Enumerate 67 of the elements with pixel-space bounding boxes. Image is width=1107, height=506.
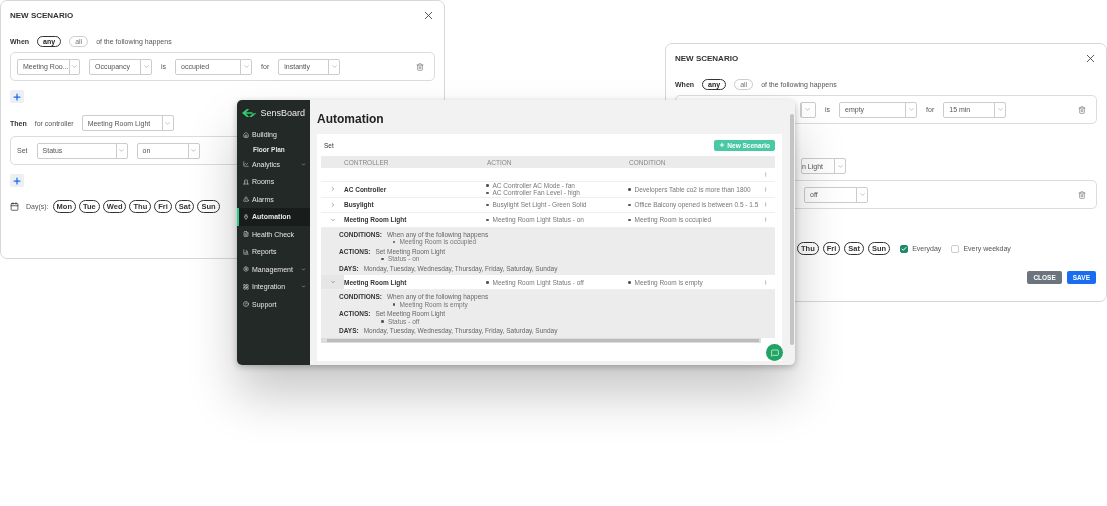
chevron-down-icon — [301, 266, 306, 272]
chevron-down-icon[interactable] — [329, 279, 336, 286]
bullet-icon — [381, 320, 384, 323]
chevron-down-icon — [70, 63, 78, 70]
more-icon[interactable] — [763, 202, 768, 208]
bullet-icon — [486, 184, 489, 187]
chevron-down-icon — [996, 106, 1004, 113]
bullet-icon — [381, 257, 384, 261]
trash-icon[interactable] — [1078, 105, 1086, 114]
bullet-icon — [486, 203, 489, 207]
bullet-icon — [628, 218, 631, 222]
chevron-down-icon[interactable] — [329, 216, 336, 223]
document-icon — [243, 231, 249, 238]
warning-icon — [243, 196, 249, 203]
bullet-icon — [486, 191, 489, 195]
plus-icon — [12, 91, 22, 102]
checkbox[interactable] — [951, 244, 960, 253]
bullet-icon — [628, 203, 631, 207]
chevron-down-icon — [164, 119, 172, 127]
chevron-down-icon — [836, 162, 844, 170]
dropdown[interactable] — [800, 101, 816, 118]
chevron-down-icon — [803, 106, 811, 113]
more-icon[interactable] — [763, 279, 768, 285]
brand-name: SensBoard — [260, 108, 305, 118]
grid-icon — [243, 283, 249, 290]
bullet-icon — [486, 218, 489, 222]
chevron-down-icon — [190, 147, 197, 154]
more-icon[interactable] — [763, 217, 768, 223]
more-icon[interactable] — [763, 186, 768, 192]
add-button[interactable] — [10, 174, 24, 187]
help-icon — [243, 301, 249, 308]
chevron-down-icon — [907, 106, 915, 113]
chevron-down-icon — [118, 147, 125, 154]
chevron-down-icon — [142, 63, 150, 70]
logo-icon — [242, 108, 257, 118]
bullet-icon — [628, 281, 631, 284]
plus-icon — [12, 175, 22, 186]
line-chart-icon — [243, 161, 249, 168]
bullet-icon — [628, 188, 631, 191]
settings-icon — [243, 266, 249, 273]
plug-icon — [243, 213, 249, 220]
chevron-down-icon — [858, 191, 866, 198]
chevron-right-icon[interactable] — [329, 201, 336, 208]
scrollbar[interactable] — [790, 114, 794, 345]
chevron-down-icon — [301, 284, 306, 290]
house-icon — [243, 131, 249, 138]
more-icon[interactable] — [763, 172, 768, 177]
checkbox[interactable] — [900, 244, 909, 253]
chat-icon — [770, 348, 779, 357]
chevron-down-icon — [242, 63, 250, 70]
page-title: Automation — [317, 112, 385, 126]
bullet-icon — [393, 303, 396, 306]
dialog-title: NEW SCENARIO — [675, 53, 739, 63]
trash-icon[interactable] — [416, 62, 424, 71]
add-button[interactable] — [10, 90, 24, 103]
door-icon — [243, 178, 249, 185]
dialog-title: NEW SCENARIO — [10, 10, 74, 20]
plus-icon — [719, 142, 726, 148]
chevron-down-icon — [330, 63, 338, 70]
trash-icon[interactable] — [1078, 190, 1086, 199]
bullet-icon — [486, 281, 489, 284]
bar-chart-icon — [243, 248, 249, 255]
scrollbar[interactable] — [321, 337, 761, 343]
chevron-right-icon[interactable] — [329, 186, 336, 193]
calendar-icon — [10, 202, 19, 211]
expand-toggle[interactable] — [321, 275, 344, 290]
chevron-down-icon — [301, 161, 306, 167]
